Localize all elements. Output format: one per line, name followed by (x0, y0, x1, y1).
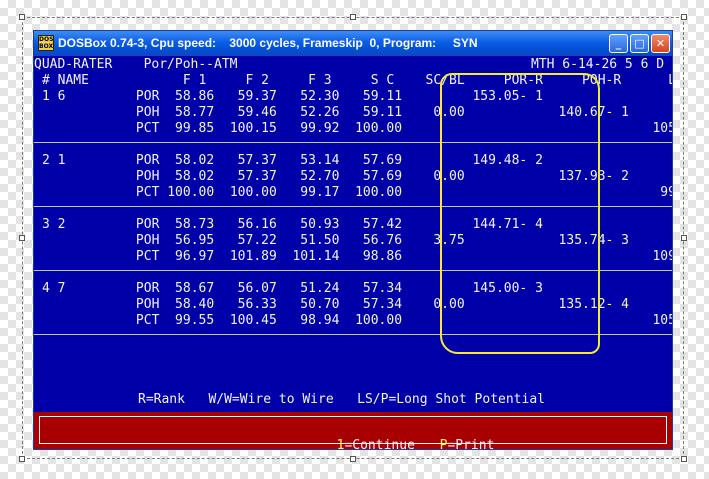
resize-handle-top-right[interactable] (681, 14, 687, 20)
print-option[interactable]: P=Print (377, 423, 495, 450)
print-label: =Print (447, 438, 495, 450)
maximize-button[interactable]: □ (630, 34, 649, 53)
highlight-marker (440, 73, 600, 354)
menu-bar: 1=Continue P=Print (34, 412, 672, 450)
resize-handle-bottom[interactable] (350, 456, 356, 462)
dosbox-app-icon[interactable]: DOS BOX (38, 35, 54, 51)
window-title: DOSBox 0.74-3, Cpu speed: 3000 cycles, F… (58, 36, 478, 50)
title-bar[interactable]: DOS BOX DOSBox 0.74-3, Cpu speed: 3000 c… (34, 31, 672, 56)
resize-handle-top[interactable] (350, 14, 356, 20)
minimize-button[interactable]: _ (609, 34, 628, 53)
header-left: QUAD-RATER Por/Poh--ATM (34, 57, 238, 72)
dosbox-window: DOS BOX DOSBox 0.74-3, Cpu speed: 3000 c… (33, 30, 673, 450)
legend-text: R=Rank W/W=Wire to Wire LS/P=Long Shot P… (138, 392, 545, 407)
resize-handle-bottom-right[interactable] (681, 456, 687, 462)
close-button[interactable]: ✕ (651, 34, 670, 53)
resize-handle-bottom-left[interactable] (19, 456, 25, 462)
header-right: MTH 6-14-26 5 6 D (531, 57, 665, 72)
resize-handle-top-left[interactable] (19, 14, 25, 20)
resize-handle-right[interactable] (681, 235, 687, 241)
resize-handle-left[interactable] (19, 235, 25, 241)
